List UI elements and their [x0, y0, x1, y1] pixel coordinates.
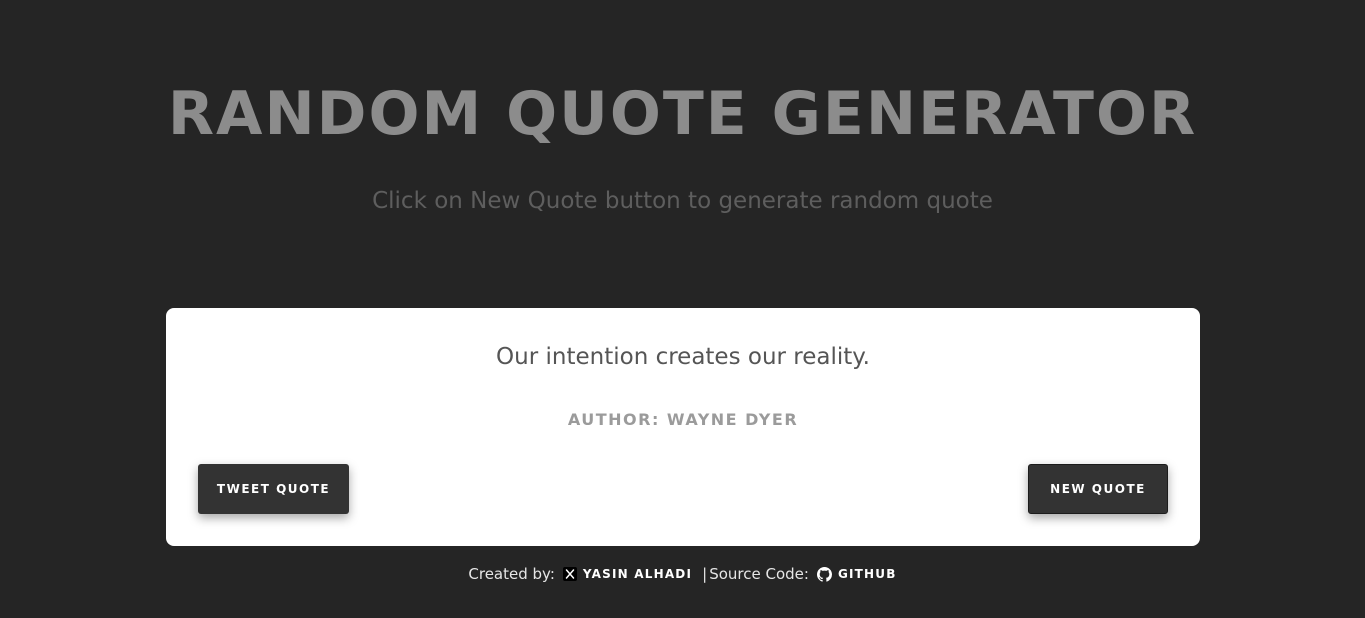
- quote-author: AUTHOR: WAYNE DYER: [567, 410, 799, 429]
- quote-text: Our intention creates our reality.: [496, 344, 870, 370]
- github-icon: [816, 566, 832, 582]
- footer-separator: |: [702, 565, 708, 583]
- author-link[interactable]: YASIN ALHADI: [555, 567, 692, 581]
- page-title: RANDOM QUOTE GENERATOR: [167, 79, 1198, 149]
- x-twitter-icon: [562, 567, 577, 581]
- quote-card: Our intention creates our reality. AUTHO…: [166, 308, 1200, 546]
- footer: Created by: YASIN ALHADI | Source Code: …: [0, 562, 1365, 586]
- github-link-label: GITHUB: [837, 567, 897, 581]
- author-link-label: YASIN ALHADI: [582, 567, 693, 581]
- page: RANDOM QUOTE GENERATOR Click on New Quot…: [0, 0, 1365, 618]
- source-code-label: Source Code:: [709, 565, 809, 583]
- page-subtitle: Click on New Quote button to generate ra…: [372, 188, 993, 214]
- created-by-label: Created by:: [468, 565, 555, 583]
- github-link[interactable]: GITHUB: [809, 566, 897, 582]
- tweet-quote-button[interactable]: TWEET QUOTE: [198, 464, 349, 514]
- new-quote-button[interactable]: NEW QUOTE: [1028, 464, 1168, 514]
